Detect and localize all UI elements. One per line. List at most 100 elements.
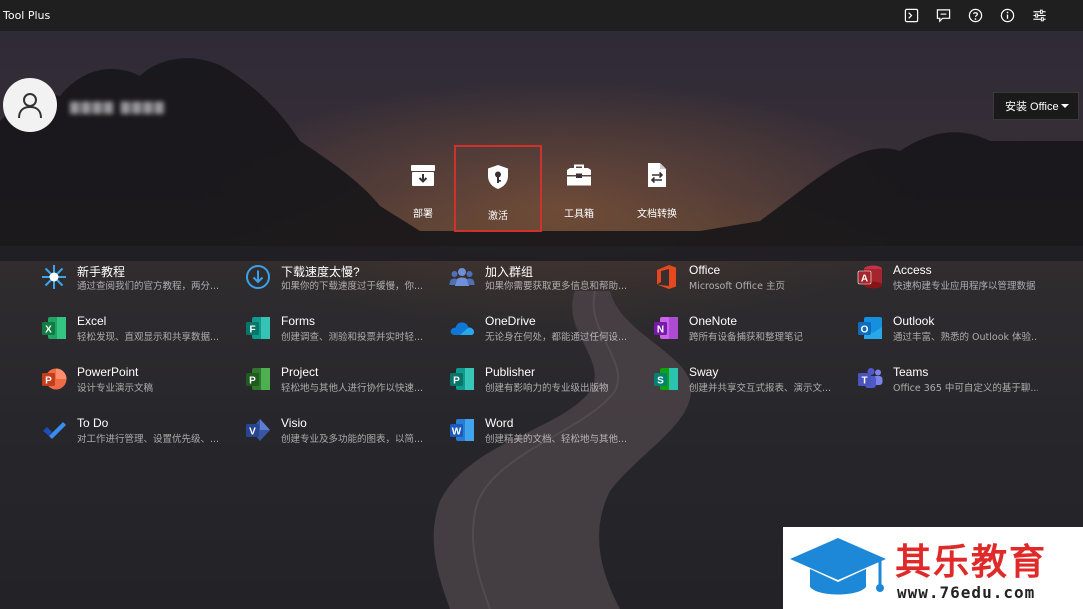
download-icon — [246, 265, 270, 289]
onenote-icon: N — [654, 317, 678, 339]
outlook-icon: O — [858, 317, 882, 339]
install-office-label: 安装 Office — [1005, 101, 1059, 113]
title-bar: Tool Plus — [0, 0, 1083, 31]
svg-text:O: O — [861, 325, 869, 336]
app-name: To Do — [77, 416, 109, 430]
app-office[interactable]: Office Microsoft Office 主页 — [653, 263, 843, 295]
app-outlook[interactable]: O Outlook 通过丰富、熟悉的 Outlook 体验... — [857, 314, 1047, 346]
action-document-convert[interactable]: 文档转换 — [621, 150, 693, 226]
app-todo[interactable]: To Do 对工作进行管理、设置优先级、... — [41, 416, 231, 448]
settings-sliders-icon[interactable] — [1023, 0, 1055, 31]
app-access[interactable]: A Access 快速构建专业应用程序以管理数据 — [857, 263, 1047, 295]
app-name: OneDrive — [485, 314, 536, 328]
app-project[interactable]: P Project 轻松地与其他人进行协作以快速... — [245, 365, 435, 397]
app-description: Office 365 中可自定义的基于聊... — [893, 383, 1038, 394]
group-icon — [449, 268, 475, 286]
app-description: 创建精美的文档、轻松地与其他... — [485, 434, 628, 445]
user-name: ▇▇▇▇ ▇▇▇▇ — [70, 100, 166, 114]
action-activate[interactable]: 激活 — [454, 145, 542, 232]
app-download-help[interactable]: 下载速度太慢? 如果你的下载速度过于缓慢，你... — [245, 263, 435, 295]
app-visio[interactable]: V Visio 创建专业及多功能的图表，以简... — [245, 416, 435, 448]
svg-text:P: P — [453, 376, 460, 387]
app-word[interactable]: W Word 创建精美的文档、轻松地与其他... — [449, 416, 639, 448]
watermark-text: 其乐教育 — [895, 542, 1048, 583]
info-icon[interactable] — [991, 0, 1023, 31]
app-description: 无论身在何处，都能通过任何设... — [485, 332, 628, 343]
publisher-icon: P — [450, 368, 474, 390]
app-description: 如果你的下载速度过于缓慢，你... — [281, 281, 424, 292]
word-icon: W — [450, 419, 474, 441]
svg-text:P: P — [249, 376, 256, 387]
app-powerpoint[interactable]: P PowerPoint 设计专业演示文稿 — [41, 365, 231, 397]
powerpoint-icon: P — [42, 368, 67, 390]
excel-icon: X — [42, 317, 66, 339]
app-sway[interactable]: S Sway 创建并共享交互式报表、演示文... — [653, 365, 843, 397]
svg-text:S: S — [657, 376, 664, 387]
teams-icon: T — [858, 368, 883, 388]
svg-text:N: N — [657, 325, 664, 336]
app-tutorial[interactable]: 新手教程 通过查阅我们的官方教程，两分... — [41, 263, 231, 295]
graduation-cap-icon — [790, 538, 886, 595]
app-onenote[interactable]: N OneNote 跨所有设备捕获和整理笔记 — [653, 314, 843, 346]
title-bar-actions — [895, 0, 1055, 31]
help-icon[interactable] — [959, 0, 991, 31]
toolbox-icon — [567, 164, 591, 186]
office-icon — [657, 265, 676, 289]
deploy-icon — [411, 165, 435, 186]
activate-key-icon — [488, 165, 508, 189]
watermark-url: www.76edu.com — [897, 583, 1036, 602]
app-publisher[interactable]: P Publisher 创建有影响力的专业级出版物 — [449, 365, 639, 397]
action-label: 激活 — [488, 211, 508, 222]
app-excel[interactable]: X Excel 轻松发现、直观显示和共享数据... — [41, 314, 231, 346]
terminal-icon[interactable] — [895, 0, 927, 31]
svg-text:P: P — [45, 376, 52, 387]
document-convert-icon — [648, 163, 666, 187]
app-name: OneNote — [689, 314, 738, 328]
app-name: Project — [281, 365, 319, 379]
svg-text:A: A — [861, 274, 868, 285]
app-description: 通过查阅我们的官方教程，两分... — [77, 281, 220, 292]
app-description: Microsoft Office 主页 — [689, 281, 786, 292]
app-description: 如果你需要获取更多信息和帮助... — [485, 281, 628, 292]
install-office-button[interactable]: 安装 Office — [993, 92, 1079, 120]
access-icon: A — [857, 265, 882, 289]
app-description: 创建调查、测验和投票并实时轻... — [281, 332, 424, 343]
app-name: PowerPoint — [77, 365, 139, 379]
app-description: 设计专业演示文稿 — [77, 383, 154, 394]
avatar[interactable] — [3, 78, 57, 132]
app-name: Publisher — [485, 365, 536, 379]
watermark-logo: 其乐教育 www.76edu.com — [783, 527, 1083, 609]
app-name: Forms — [281, 314, 315, 328]
tutorial-icon — [42, 265, 66, 289]
svg-text:X: X — [45, 325, 52, 336]
app-join-group[interactable]: 加入群组 如果你需要获取更多信息和帮助... — [449, 263, 639, 295]
app-title: Tool Plus — [3, 9, 51, 22]
svg-text:F: F — [249, 325, 255, 336]
project-icon: P — [246, 368, 270, 390]
app-forms[interactable]: F Forms 创建调查、测验和投票并实时轻... — [245, 314, 435, 346]
app-name: Excel — [77, 314, 107, 328]
app-teams[interactable]: T Teams Office 365 中可自定义的基于聊... — [857, 365, 1047, 397]
app-description: 通过丰富、熟悉的 Outlook 体验... — [893, 332, 1038, 343]
forms-icon: F — [246, 317, 270, 339]
svg-text:W: W — [452, 427, 462, 438]
app-name: Access — [893, 263, 932, 277]
app-name: Outlook — [893, 314, 935, 328]
action-label: 部署 — [413, 209, 433, 220]
svg-text:V: V — [249, 427, 256, 438]
todo-icon — [43, 422, 66, 439]
feedback-icon[interactable] — [927, 0, 959, 31]
app-description: 对工作进行管理、设置优先级、... — [77, 434, 220, 445]
onedrive-icon — [450, 322, 474, 335]
app-description: 轻松发现、直观显示和共享数据... — [77, 332, 220, 343]
action-deploy[interactable]: 部署 — [387, 150, 459, 226]
action-toolbox[interactable]: 工具箱 — [543, 150, 615, 226]
app-description: 创建并共享交互式报表、演示文... — [689, 383, 832, 394]
app-name: Office — [689, 263, 721, 277]
app-name: Sway — [689, 365, 719, 379]
action-label: 文档转换 — [637, 209, 677, 220]
app-onedrive[interactable]: OneDrive 无论身在何处，都能通过任何设... — [449, 314, 639, 346]
svg-text:T: T — [861, 376, 867, 387]
sway-icon: S — [654, 368, 678, 390]
action-label: 工具箱 — [564, 209, 594, 220]
